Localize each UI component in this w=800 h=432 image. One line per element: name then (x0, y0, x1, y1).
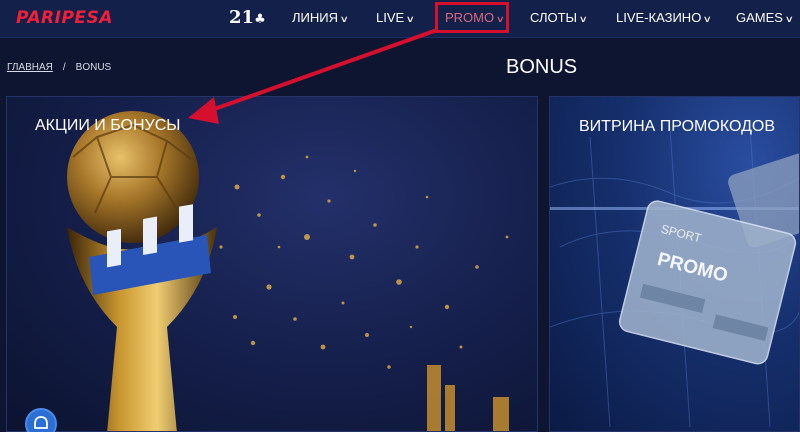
paripesa-logo[interactable]: PARIPESA (16, 8, 113, 28)
nav-21-games-link[interactable]: 21♣ (229, 7, 266, 28)
chevron-down-icon: ∨ (578, 14, 588, 24)
nav-item-sloty[interactable]: СЛОТЫ ∨ (530, 10, 588, 25)
nav-item-live-casino[interactable]: LIVE-КАЗИНО ∨ (616, 10, 713, 25)
chevron-down-icon: ∨ (784, 14, 794, 24)
nav-item-label: PROMO (445, 10, 495, 25)
nav-item-promo[interactable]: PROMO ∨ (445, 10, 506, 25)
trophy-illustration (67, 111, 509, 431)
notification-bell-icon[interactable] (25, 408, 57, 432)
promotions-bonuses-card[interactable]: АКЦИИ И БОНУСЫ (6, 96, 538, 432)
nav-item-label: ЛИНИЯ (292, 10, 338, 25)
top-navigation-bar: PARIPESA 21♣ ЛИНИЯ ∨ LIVE ∨ PROMO ∨ СЛОТЫ ∨ … (0, 0, 800, 38)
breadcrumb: ГЛАВНАЯ / BONUS (7, 62, 111, 73)
nav-item-live[interactable]: LIVE ∨ (376, 10, 416, 25)
promo-code-showcase-title: ВИТРИНА ПРОМОКОДОВ (579, 118, 776, 135)
chevron-down-icon: ∨ (405, 14, 416, 24)
bell-glyph (34, 416, 48, 429)
nav-item-liniya[interactable]: ЛИНИЯ ∨ (292, 10, 349, 25)
nav-item-label: LIVE-КАЗИНО (616, 10, 702, 25)
chevron-down-icon: ∨ (702, 14, 713, 24)
club-suit-icon: ♣ (254, 12, 266, 27)
chevron-down-icon: ∨ (495, 14, 506, 24)
nav-21-label: 21 (229, 7, 255, 28)
nav-item-games[interactable]: GAMES ∨ (736, 10, 794, 25)
chevron-down-icon: ∨ (339, 14, 349, 24)
promotions-bonuses-title: АКЦИИ И БОНУСЫ (35, 117, 181, 134)
page-title: BONUS (506, 56, 578, 78)
breadcrumb-home-link[interactable]: ГЛАВНАЯ (7, 62, 53, 73)
promo-card-illustration: SPORT PROMO (550, 126, 799, 428)
nav-item-label: LIVE (376, 10, 405, 25)
breadcrumb-current: BONUS (75, 62, 112, 73)
breadcrumb-separator: / (62, 62, 66, 73)
nav-item-label: СЛОТЫ (530, 10, 578, 25)
promo-code-showcase-card[interactable]: SPORT PROMO ВИТРИНА ПРОМОКОДОВ (549, 96, 800, 432)
nav-item-label: GAMES (736, 10, 783, 25)
